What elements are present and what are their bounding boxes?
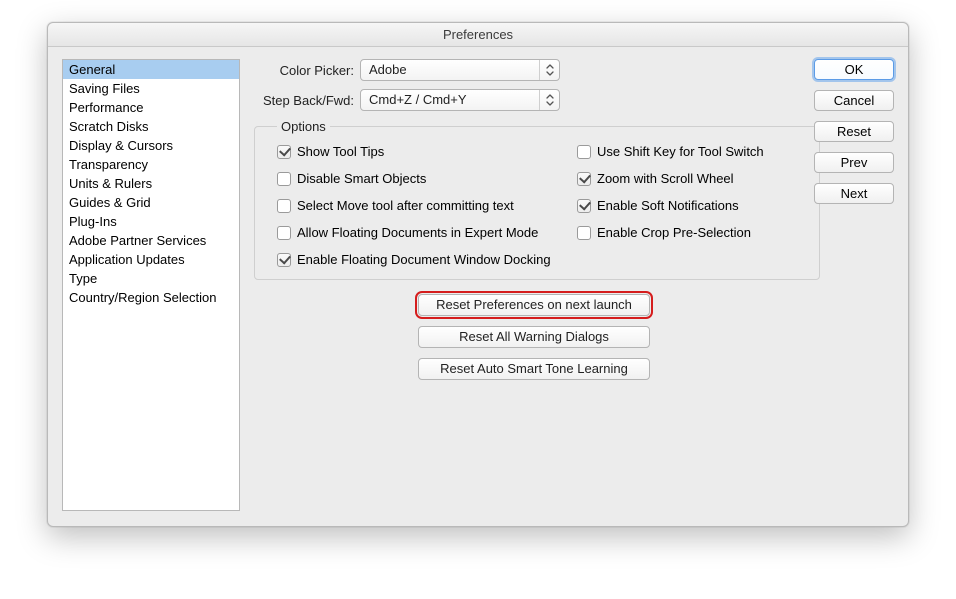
step-back-fwd-row: Step Back/Fwd: Cmd+Z / Cmd+Y	[254, 89, 894, 111]
option-checkbox[interactable]: Disable Smart Objects	[277, 171, 577, 186]
chevron-updown-icon	[539, 60, 559, 80]
checkbox-icon	[577, 226, 591, 240]
color-picker-label: Color Picker:	[254, 63, 360, 78]
sidebar-item[interactable]: Scratch Disks	[63, 117, 239, 136]
option-checkbox[interactable]: Show Tool Tips	[277, 144, 577, 159]
option-label: Enable Floating Document Window Docking	[297, 252, 551, 267]
option-checkbox[interactable]: Enable Floating Document Window Docking	[277, 252, 577, 267]
main-panel: Color Picker: Adobe Step Back/Fwd: Cmd+Z…	[254, 59, 894, 512]
sidebar-item[interactable]: Adobe Partner Services	[63, 231, 239, 250]
option-label: Zoom with Scroll Wheel	[597, 171, 734, 186]
sidebar-item[interactable]: Display & Cursors	[63, 136, 239, 155]
sidebar-item[interactable]: Guides & Grid	[63, 193, 239, 212]
checkbox-icon	[577, 145, 591, 159]
sidebar-item[interactable]: Country/Region Selection	[63, 288, 239, 307]
option-label: Select Move tool after committing text	[297, 198, 514, 213]
category-sidebar: GeneralSaving FilesPerformanceScratch Di…	[62, 59, 240, 511]
dialog-action-buttons: OK Cancel Reset Prev Next	[814, 59, 894, 204]
sidebar-item[interactable]: General	[63, 60, 239, 79]
step-back-fwd-label: Step Back/Fwd:	[254, 93, 360, 108]
option-checkbox[interactable]: Allow Floating Documents in Expert Mode	[277, 225, 577, 240]
option-label: Use Shift Key for Tool Switch	[597, 144, 764, 159]
color-picker-row: Color Picker: Adobe	[254, 59, 894, 81]
sidebar-item[interactable]: Plug-Ins	[63, 212, 239, 231]
option-checkbox[interactable]: Zoom with Scroll Wheel	[577, 171, 807, 186]
option-checkbox[interactable]: Enable Crop Pre-Selection	[577, 225, 807, 240]
checkbox-icon	[277, 199, 291, 213]
checkbox-icon	[277, 253, 291, 267]
reset-button[interactable]: Reset	[814, 121, 894, 142]
option-label: Disable Smart Objects	[297, 171, 426, 186]
color-picker-select[interactable]: Adobe	[360, 59, 560, 81]
step-back-fwd-select[interactable]: Cmd+Z / Cmd+Y	[360, 89, 560, 111]
chevron-updown-icon	[539, 90, 559, 110]
reset-smart-tone-button[interactable]: Reset Auto Smart Tone Learning	[418, 358, 650, 380]
sidebar-item[interactable]: Transparency	[63, 155, 239, 174]
reset-button-stack: Reset Preferences on next launch Reset A…	[254, 294, 814, 380]
preferences-window: Preferences GeneralSaving FilesPerforman…	[47, 22, 909, 527]
checkbox-icon	[577, 199, 591, 213]
option-label: Enable Crop Pre-Selection	[597, 225, 751, 240]
checkbox-icon	[277, 145, 291, 159]
prev-button[interactable]: Prev	[814, 152, 894, 173]
window-content: GeneralSaving FilesPerformanceScratch Di…	[48, 47, 908, 526]
options-group: Options Show Tool Tips Use Shift Key for …	[254, 119, 820, 280]
reset-warning-dialogs-button[interactable]: Reset All Warning Dialogs	[418, 326, 650, 348]
sidebar-item[interactable]: Application Updates	[63, 250, 239, 269]
ok-button[interactable]: OK	[814, 59, 894, 80]
option-checkbox[interactable]: Enable Soft Notifications	[577, 198, 807, 213]
sidebar-item[interactable]: Saving Files	[63, 79, 239, 98]
color-picker-value: Adobe	[369, 62, 407, 77]
checkbox-icon	[577, 172, 591, 186]
checkbox-icon	[277, 172, 291, 186]
next-button[interactable]: Next	[814, 183, 894, 204]
window-title: Preferences	[48, 23, 908, 47]
checkbox-icon	[277, 226, 291, 240]
reset-preferences-button[interactable]: Reset Preferences on next launch	[418, 294, 650, 316]
step-back-fwd-value: Cmd+Z / Cmd+Y	[369, 92, 467, 107]
option-label: Allow Floating Documents in Expert Mode	[297, 225, 538, 240]
option-label: Show Tool Tips	[297, 144, 384, 159]
option-label: Enable Soft Notifications	[597, 198, 739, 213]
option-checkbox[interactable]: Select Move tool after committing text	[277, 198, 577, 213]
options-legend: Options	[277, 119, 330, 134]
sidebar-item[interactable]: Type	[63, 269, 239, 288]
cancel-button[interactable]: Cancel	[814, 90, 894, 111]
sidebar-item[interactable]: Performance	[63, 98, 239, 117]
option-checkbox[interactable]: Use Shift Key for Tool Switch	[577, 144, 807, 159]
sidebar-item[interactable]: Units & Rulers	[63, 174, 239, 193]
